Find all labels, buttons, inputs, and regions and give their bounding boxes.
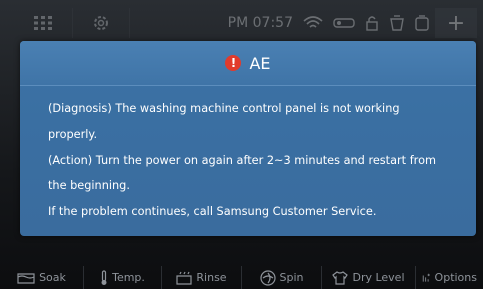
message-line: properly. (48, 127, 98, 141)
option-rinse[interactable]: Rinse (162, 266, 242, 289)
shirt-icon (332, 270, 349, 285)
thermometer-icon (101, 269, 107, 285)
soak-icon (17, 272, 35, 284)
option-dry-level[interactable]: Dry Level (322, 266, 416, 289)
add-button[interactable]: + (435, 8, 477, 38)
settings-button[interactable] (73, 8, 130, 38)
option-label: Temp. (112, 271, 145, 284)
gear-icon (94, 16, 108, 30)
option-label: Rinse (196, 271, 227, 284)
error-icon: ! (225, 55, 242, 71)
option-options[interactable]: Options (416, 266, 483, 289)
rinse-icon (176, 271, 193, 285)
message-line: the beginning. (48, 179, 130, 193)
detergent-icon (390, 15, 404, 31)
message-line: If the problem continues, call Samsung C… (48, 205, 377, 219)
options-icon (422, 273, 430, 282)
washer-display: PM 07:57 + Soak Temp. Rinse Spin Dry Lev… (0, 0, 483, 289)
plus-icon: + (446, 10, 466, 36)
error-message: (Diagnosis) The washing machine control … (20, 86, 476, 225)
spin-icon (259, 269, 276, 286)
message-line: (Diagnosis) The washing machine control … (48, 102, 400, 115)
message-line: (Action) Turn the power on again after 2… (48, 153, 436, 167)
wifi-icon (303, 16, 323, 28)
option-label: Options (434, 271, 477, 284)
status-bar: PM 07:57 + (14, 8, 477, 38)
error-dialog[interactable]: ! AE (Diagnosis) The washing machine con… (20, 41, 476, 236)
error-code: AE (249, 53, 271, 73)
smart-control-icon (333, 18, 355, 28)
dialog-header: ! AE (20, 41, 476, 86)
softener-icon (415, 15, 429, 31)
options-bar: Soak Temp. Rinse Spin Dry Level Options (0, 266, 483, 289)
option-soak[interactable]: Soak (0, 266, 84, 289)
clock: PM 07:57 (227, 15, 293, 31)
lock-icon (366, 16, 378, 31)
grid-icon (34, 16, 52, 30)
apps-grid-button[interactable] (14, 8, 73, 38)
option-label: Spin (279, 271, 304, 284)
status-area: PM 07:57 (130, 8, 435, 38)
option-spin[interactable]: Spin (242, 266, 322, 289)
option-temp[interactable]: Temp. (84, 266, 162, 289)
option-label: Soak (39, 271, 66, 284)
option-label: Dry Level (352, 271, 405, 284)
